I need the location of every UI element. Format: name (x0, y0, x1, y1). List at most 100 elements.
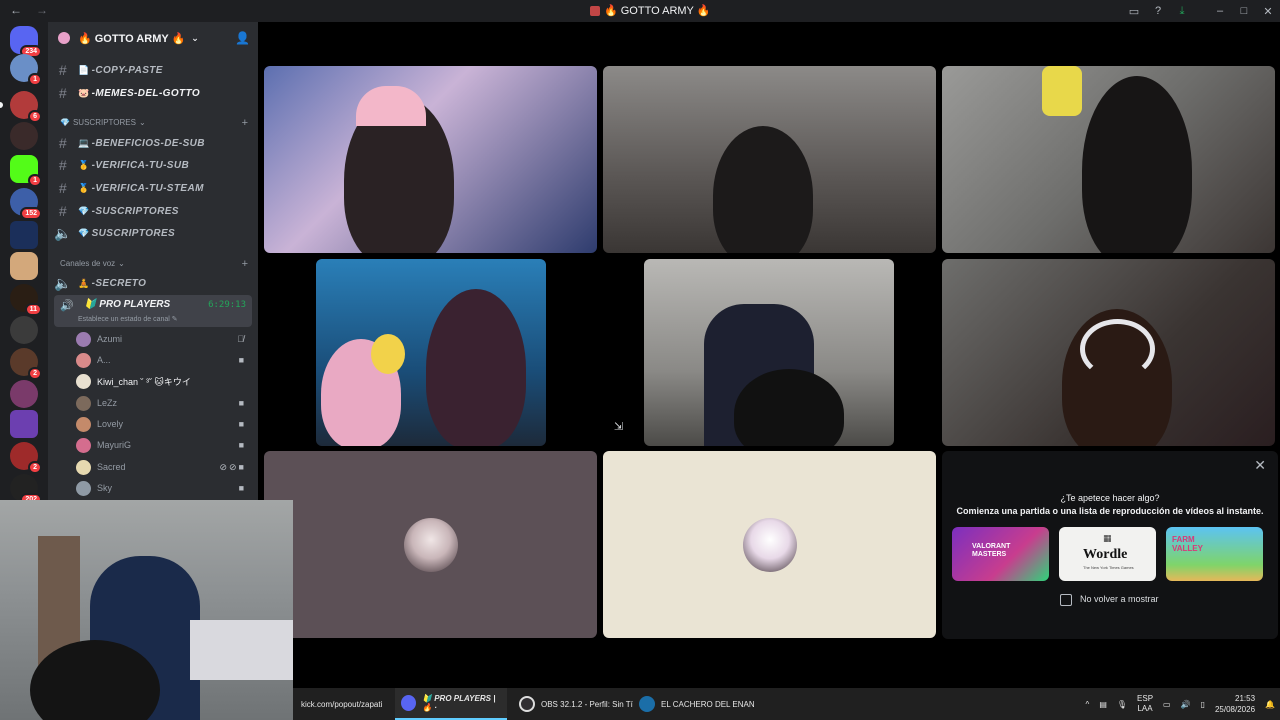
minimize-button[interactable]: – (1208, 5, 1232, 17)
set-channel-status-link[interactable]: Establece un estado de canal ✎ (78, 315, 178, 323)
voice-user[interactable]: Sacred ⊘⊘■ (76, 457, 252, 477)
avatar (76, 416, 91, 432)
activity-subheading: Comienza una partida o una lista de repr… (956, 506, 1264, 516)
voice-user[interactable]: Sky ■ (76, 478, 252, 498)
server-icon[interactable] (10, 252, 38, 280)
channel-beneficios-de-sub[interactable]: # 💻 -BENEFICIOS-DE-SUB (54, 133, 252, 153)
camera-icon: ■ (238, 355, 246, 365)
activity-card-valorant[interactable]: VALORANT MASTERS (952, 527, 1049, 581)
add-channel-icon[interactable]: + (242, 258, 248, 270)
video-tile[interactable] (264, 66, 597, 253)
video-tile-avatar[interactable] (603, 451, 936, 638)
user-name: Sacred (97, 462, 126, 472)
invite-people-icon[interactable]: 👤 (235, 31, 250, 45)
channel-verifica-tu-steam[interactable]: # 🥇 -VERIFICA-TU-STEAM (54, 178, 252, 198)
server-icon[interactable]: 6 (10, 91, 42, 123)
video-tile[interactable] (942, 259, 1275, 446)
channel-memes-del-gotto[interactable]: # 🐷 -MEMES-DEL-GOTTO (54, 83, 252, 103)
voice-user[interactable]: Lovely ■ (76, 414, 252, 434)
server-rail: 234 1 6 1 152 11 2 2 202 (0, 22, 48, 506)
plush-toy (1042, 66, 1082, 116)
volume-icon[interactable]: 🔊 (1181, 700, 1191, 709)
home-discord-icon[interactable]: 234 (10, 26, 42, 58)
server-icon-kick[interactable]: 1 (10, 155, 42, 187)
add-channel-icon[interactable]: + (242, 117, 248, 129)
hash-icon: # (58, 135, 68, 151)
participant-video (713, 126, 813, 253)
category-voice[interactable]: Canales de voz ⌄ + (60, 258, 248, 270)
back-arrow-icon[interactable]: ← (10, 3, 22, 17)
voice-user[interactable]: A... ■ (76, 350, 252, 370)
voice-user[interactable]: MayuriG ■ (76, 435, 252, 455)
channel-label: -VERIFICA-TU-SUB (91, 159, 190, 171)
channel-secreto[interactable]: 🔈 🧘 -SECRETO (54, 273, 252, 293)
channel-emoji: 🔰 (84, 299, 97, 310)
language-code: ESP (1137, 694, 1154, 703)
taskbar-item-steam[interactable]: EL CACHERO DEL ENAN (639, 688, 755, 720)
participant-video (734, 369, 844, 446)
channel-verifica-tu-sub[interactable]: # 🥇 -VERIFICA-TU-SUB (54, 155, 252, 175)
server-icon[interactable] (10, 380, 38, 408)
activity-card-wordle[interactable]: ▦ Wordle The New York Times Games (1059, 527, 1156, 581)
chevron-up-icon[interactable]: ^ (1086, 700, 1090, 709)
chevron-down-icon[interactable]: ⌄ (191, 33, 199, 44)
download-icon[interactable]: ⤓ (1170, 5, 1194, 18)
video-tile[interactable] (942, 66, 1275, 253)
channel-suscriptores-voice[interactable]: 🔈 💎 SUSCRIPTORES (54, 223, 252, 243)
channel-emoji: 🥇 (78, 159, 90, 170)
server-icon[interactable]: 2 (10, 442, 42, 474)
maximize-button[interactable]: □ (1232, 5, 1256, 17)
help-icon[interactable]: ? (1146, 5, 1170, 17)
taskbar-item-label: 🔰 PRO PLAYERS | 🔥 · (422, 694, 496, 712)
avatar (76, 395, 91, 411)
forward-arrow-icon[interactable]: → (36, 3, 48, 17)
server-icon[interactable]: 11 (10, 284, 42, 316)
server-icon[interactable] (10, 122, 38, 150)
channel-suscriptores-text[interactable]: # 💎 -SUSCRIPTORES (54, 201, 252, 221)
notification-icon[interactable]: 🔔 (1265, 700, 1275, 709)
server-icon[interactable]: 152 (10, 188, 42, 220)
close-window-button[interactable]: ✕ (1256, 5, 1280, 18)
voice-user[interactable]: LeZz ■ (76, 393, 252, 413)
battery-icon[interactable]: ▯ (1201, 700, 1205, 709)
window-title: 🔥 GOTTO ARMY 🔥 (590, 4, 710, 17)
taskbar-item-obs[interactable]: OBS 32.1.2 - Perfil: Sin Tí (519, 688, 633, 720)
speaker-icon: 🔈 (54, 274, 72, 291)
video-tile[interactable] (316, 259, 546, 446)
microphone-icon[interactable]: 🎙 (1117, 700, 1127, 709)
fullscreen-icon[interactable]: ⇲ (614, 420, 623, 433)
taskbar-item-browser[interactable]: kick.com/popout/zapati (301, 688, 382, 720)
tray-app-icon[interactable]: ▤ (1099, 700, 1107, 709)
server-icon[interactable] (10, 410, 38, 438)
voice-user[interactable]: Kiwi_chan ˘ ³˘ 🐱キウイ (76, 371, 252, 391)
channel-emoji: 💎 (78, 227, 90, 238)
channel-pro-players[interactable]: 🔊 🔰 PRO PLAYERS 6:29:13 Establece un est… (54, 295, 252, 327)
category-suscriptores[interactable]: 💎 SUSCRIPTORES ⌄ + (60, 117, 248, 129)
dont-show-again-checkbox[interactable] (1060, 594, 1072, 606)
video-tile[interactable] (603, 66, 936, 253)
server-badge: 152 (20, 207, 42, 220)
server-icon[interactable]: 2 (10, 348, 42, 380)
activity-card-farm-valley[interactable]: FARM VALLEY (1166, 527, 1263, 581)
server-icon[interactable]: 202 (10, 474, 42, 506)
server-header[interactable]: 🔥 GOTTO ARMY 🔥 ⌄ 👤 (48, 22, 258, 54)
server-badge: 2 (28, 367, 42, 380)
channel-label: -SECRETO (91, 277, 147, 289)
video-tile-avatar[interactable] (264, 451, 597, 638)
video-tile[interactable] (644, 259, 894, 446)
cat-ear-headset (356, 86, 426, 126)
server-icon[interactable] (10, 316, 38, 344)
activity-card-label: VALORANT MASTERS (972, 543, 1011, 558)
server-icon[interactable]: 1 (10, 54, 42, 86)
inbox-icon[interactable]: ▭ (1122, 5, 1146, 18)
voice-user[interactable]: Azumi 🎙̸ (76, 329, 252, 349)
channel-copy-paste[interactable]: # 📄 -COPY-PASTE (54, 60, 252, 80)
avatar (76, 459, 91, 475)
language-indicator[interactable]: ESP LAA (1137, 694, 1153, 714)
clock[interactable]: 21:53 25/08/2026 (1215, 693, 1255, 715)
user-name: MayuriG (97, 440, 132, 450)
close-icon[interactable]: ✕ (1254, 457, 1266, 474)
server-icon-esports[interactable] (10, 221, 38, 249)
network-icon[interactable]: ▭ (1163, 700, 1171, 709)
taskbar-item-discord[interactable]: 🔰 PRO PLAYERS | 🔥 · (395, 688, 507, 720)
